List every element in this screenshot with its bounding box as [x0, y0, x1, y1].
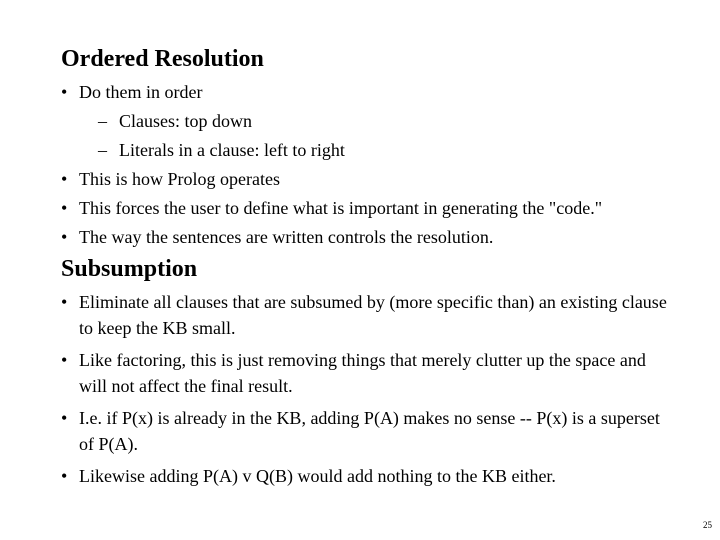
page-number: 25	[703, 520, 712, 530]
bullet-icon: •	[61, 292, 68, 312]
bullet-icon: •	[61, 169, 68, 189]
list-item: • Likewise adding P(A) v Q(B) would add …	[61, 463, 681, 489]
bullet-icon: •	[61, 227, 68, 247]
ordered-resolution-list: • Do them in order – Clauses: top down –…	[61, 80, 602, 254]
section-title-subsumption: Subsumption	[61, 256, 198, 282]
dash-icon: –	[98, 111, 107, 131]
bullet-icon: •	[61, 82, 68, 102]
list-item-text: This is how Prolog operates	[79, 169, 280, 189]
section-title-ordered-resolution: Ordered Resolution	[61, 46, 264, 72]
list-item-text: I.e. if P(x) is already in the KB, addin…	[79, 408, 660, 454]
list-item-text: Literals in a clause: left to right	[119, 140, 345, 160]
list-item: • Do them in order	[61, 80, 602, 109]
list-item-text: The way the sentences are written contro…	[79, 227, 494, 247]
list-item-text: Eliminate all clauses that are subsumed …	[79, 292, 667, 338]
list-item-text: This forces the user to define what is i…	[79, 198, 603, 218]
bullet-icon: •	[61, 198, 68, 218]
list-item: • Eliminate all clauses that are subsume…	[61, 289, 681, 341]
bullet-icon: •	[61, 350, 68, 370]
list-item-text: Do them in order	[79, 82, 203, 102]
list-item-text: Likewise adding P(A) v Q(B) would add no…	[79, 466, 556, 486]
bullet-icon: •	[61, 466, 68, 486]
list-item: • This forces the user to define what is…	[61, 196, 602, 225]
subsumption-list: • Eliminate all clauses that are subsume…	[61, 289, 681, 495]
list-item: – Clauses: top down	[61, 109, 602, 138]
dash-icon: –	[98, 140, 107, 160]
list-item: • The way the sentences are written cont…	[61, 225, 602, 254]
list-item-text: Like factoring, this is just removing th…	[79, 350, 646, 396]
list-item: • Like factoring, this is just removing …	[61, 347, 681, 399]
list-item: • I.e. if P(x) is already in the KB, add…	[61, 405, 681, 457]
list-item: – Literals in a clause: left to right	[61, 138, 602, 167]
list-item-text: Clauses: top down	[119, 111, 252, 131]
list-item: • This is how Prolog operates	[61, 167, 602, 196]
bullet-icon: •	[61, 408, 68, 428]
